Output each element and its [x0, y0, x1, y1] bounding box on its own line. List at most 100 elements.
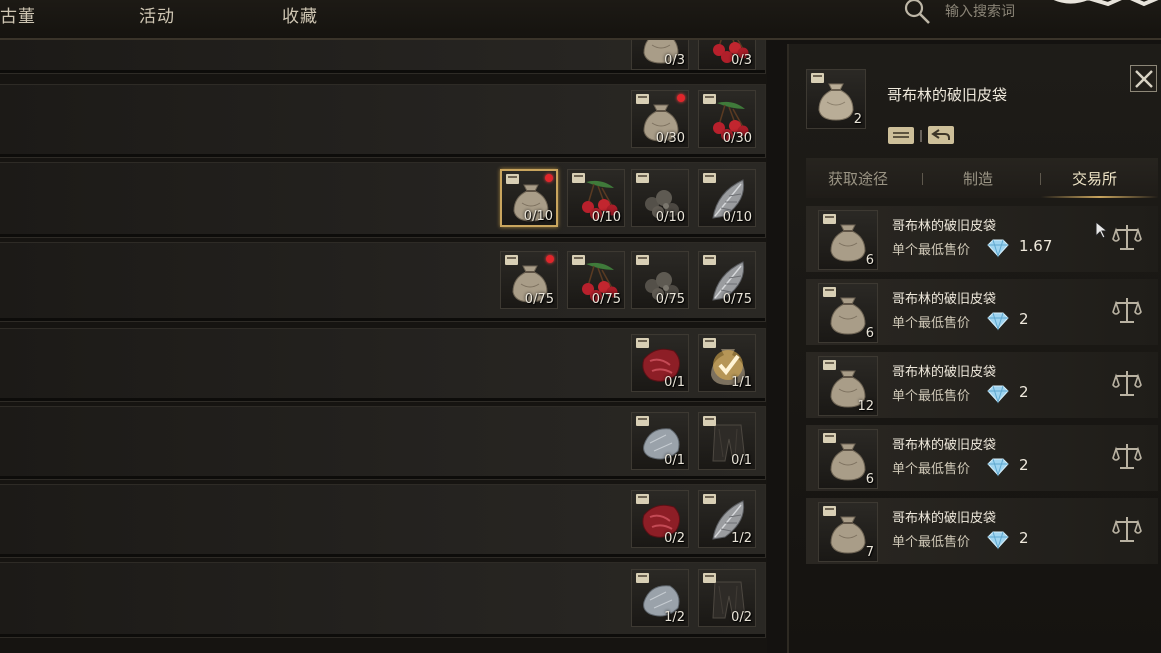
requirement-row[interactable]: 0/1 1/1	[0, 328, 766, 402]
lowest-price-label: 单个最低售价	[892, 535, 971, 550]
material-slot[interactable]: 0/10	[631, 169, 689, 227]
requirement-row[interactable]: 0/2 1/2	[0, 484, 766, 558]
slot-count: 0/75	[722, 292, 752, 307]
scale-trade-icon[interactable]	[1112, 368, 1142, 398]
slot-count: 0/30	[655, 131, 685, 146]
item-tag-icon	[636, 416, 649, 426]
listing-item-icon: 6	[818, 283, 878, 343]
search-icon[interactable]	[903, 0, 931, 26]
listing-item-name: 哥布林的破旧皮袋	[892, 219, 997, 234]
item-tag-icon	[703, 255, 716, 265]
item-icon-large: 2	[806, 69, 866, 129]
item-tag-icon	[506, 174, 519, 184]
slot-count: 1/1	[731, 375, 752, 390]
listing-item-icon: 7	[818, 502, 878, 562]
requirement-row[interactable]: 0/30 0/30	[0, 84, 766, 158]
requirement-row[interactable]: 0/3 0/3	[0, 40, 766, 74]
material-slot[interactable]: 0/75	[500, 251, 558, 309]
material-slot[interactable]: 1/2	[698, 490, 756, 548]
listing-item-name: 哥布林的破旧皮袋	[892, 292, 997, 307]
item-tag-icon	[823, 506, 836, 516]
material-slot[interactable]: 0/1	[698, 412, 756, 470]
item-tag-icon	[572, 173, 585, 183]
alert-dot	[546, 255, 554, 263]
slot-count: 0/2	[731, 610, 752, 625]
scale-trade-icon[interactable]	[1112, 514, 1142, 544]
material-slot[interactable]: 0/1	[631, 412, 689, 470]
material-slot[interactable]: 0/10	[500, 169, 558, 227]
exchange-listing-row[interactable]: 12 哥布林的破旧皮袋 单个最低售价 2	[806, 352, 1158, 418]
detail-tabs: 获取途径 制造 交易所	[806, 158, 1158, 198]
listing-price: 2	[1019, 456, 1029, 474]
material-slot[interactable]: 0/2	[631, 490, 689, 548]
slot-count: 0/1	[731, 453, 752, 468]
material-slot[interactable]: 0/1	[631, 334, 689, 392]
listing-price: 2	[1019, 529, 1029, 547]
search-box[interactable]: 输入搜索词	[903, 0, 1063, 24]
corner-ornament-icon	[1053, 0, 1159, 7]
listing-item-name: 哥布林的破旧皮袋	[892, 365, 997, 380]
listing-item-icon: 6	[818, 210, 878, 270]
material-slot[interactable]: 1/2	[631, 569, 689, 627]
tab-divider	[1040, 173, 1041, 185]
tab-antiques[interactable]: 古董	[0, 2, 36, 27]
exchange-listing-row[interactable]: 6 哥布林的破旧皮袋 单个最低售价 2	[806, 425, 1158, 491]
item-tag-icon	[823, 433, 836, 443]
codex-button[interactable]	[888, 127, 914, 144]
tab-collection[interactable]: 收藏	[282, 2, 318, 27]
scale-trade-icon[interactable]	[1112, 222, 1142, 252]
close-button[interactable]	[1130, 65, 1157, 92]
lowest-price-label: 单个最低售价	[892, 316, 971, 331]
slot-count: 0/75	[524, 292, 554, 307]
slot-count: 0/10	[591, 210, 621, 225]
listing-price: 2	[1019, 310, 1029, 328]
material-slot[interactable]: 0/3	[631, 40, 689, 70]
scale-trade-icon[interactable]	[1112, 295, 1142, 325]
item-tag-icon	[636, 173, 649, 183]
material-slot[interactable]: 0/3	[698, 40, 756, 70]
item-tag-icon	[572, 255, 585, 265]
scale-trade-icon[interactable]	[1112, 441, 1142, 471]
material-slot[interactable]: 0/75	[698, 251, 756, 309]
search-input[interactable]: 输入搜索词	[945, 1, 1015, 21]
requirement-row[interactable]: 0/75 0/75 0/75 0/75	[0, 242, 766, 322]
share-arrow-icon	[931, 129, 950, 140]
material-slot[interactable]: 0/2	[698, 569, 756, 627]
material-slot[interactable]: 0/30	[631, 90, 689, 148]
tab-exchange[interactable]: 交易所	[1072, 168, 1117, 189]
listing-price: 2	[1019, 383, 1029, 401]
owned-count: 2	[853, 112, 862, 127]
slot-count: 0/1	[664, 453, 685, 468]
material-slot[interactable]: 0/75	[631, 251, 689, 309]
requirement-row[interactable]: 0/1 0/1	[0, 406, 766, 480]
slot-count: 0/2	[664, 531, 685, 546]
listing-quantity: 6	[865, 472, 874, 487]
tab-divider	[922, 173, 923, 185]
tab-sources[interactable]: 获取途径	[828, 168, 888, 189]
item-tag-icon	[823, 214, 836, 224]
item-tag-icon	[703, 173, 716, 183]
slot-count: 0/3	[664, 53, 685, 68]
tab-events[interactable]: 活动	[139, 2, 175, 27]
item-title: 哥布林的破旧皮袋	[887, 86, 1008, 104]
material-slot[interactable]: 1/1	[698, 334, 756, 392]
share-button[interactable]	[928, 126, 954, 144]
material-slot[interactable]: 0/10	[567, 169, 625, 227]
item-tag-icon	[703, 338, 716, 348]
requirement-row[interactable]: 0/10 0/10 0/10 0/10	[0, 162, 766, 238]
listing-quantity: 7	[865, 545, 874, 560]
close-icon	[1135, 70, 1153, 88]
exchange-listing-row[interactable]: 7 哥布林的破旧皮袋 单个最低售价 2	[806, 498, 1158, 564]
slot-count: 0/75	[655, 292, 685, 307]
item-tag-icon	[703, 94, 716, 104]
diamond-currency-icon	[987, 312, 1009, 331]
material-slot[interactable]: 0/10	[698, 169, 756, 227]
exchange-listing-row[interactable]: 6 哥布林的破旧皮袋 单个最低售价 1.67	[806, 206, 1158, 272]
material-slot[interactable]: 0/75	[567, 251, 625, 309]
lowest-price-label: 单个最低售价	[892, 243, 971, 258]
tab-crafting[interactable]: 制造	[963, 168, 993, 189]
exchange-listing-row[interactable]: 6 哥布林的破旧皮袋 单个最低售价 2	[806, 279, 1158, 345]
diamond-currency-icon	[987, 458, 1009, 477]
requirement-row[interactable]: 1/2 0/2	[0, 562, 766, 638]
material-slot[interactable]: 0/30	[698, 90, 756, 148]
